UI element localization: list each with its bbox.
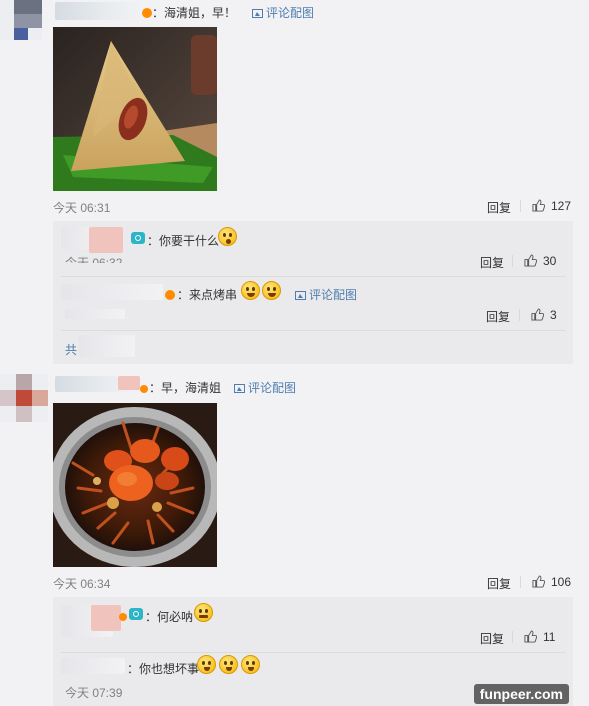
like-button[interactable]: 106 [532, 575, 571, 589]
camera-badge-icon [129, 607, 143, 621]
more-replies-link[interactable]: 共 [65, 341, 77, 358]
verified-badge-icon [119, 609, 127, 623]
picture-icon [234, 384, 245, 393]
thumbs-up-icon [531, 308, 544, 321]
laughing-emoji-icon [241, 281, 260, 300]
picture-icon [295, 291, 306, 300]
thumbs-up-icon [524, 630, 537, 643]
drooling-emoji-icon [219, 655, 238, 674]
reply-text: ：来点烤串 [177, 288, 238, 302]
reply-button[interactable]: 回复 [487, 575, 511, 592]
reply-picture-link[interactable]: 评论配图 [295, 286, 357, 303]
reply-text: ：何必呐 [145, 610, 194, 624]
username-blurred[interactable] [61, 284, 163, 300]
grimace-emoji-icon [194, 603, 213, 622]
verified-badge-icon [165, 288, 175, 302]
comment-image-crab-pot[interactable] [53, 403, 217, 567]
verified-badge-icon [140, 381, 148, 395]
divider [520, 200, 521, 212]
reply-button[interactable]: 回复 [486, 308, 510, 325]
avatar[interactable] [89, 227, 123, 253]
reply-thread: ：你要干什么 今天 06:32 回复 30 ：来点烤串 评论配图 回复 3 共 [53, 221, 573, 364]
camera-badge-icon [131, 231, 145, 245]
like-button[interactable]: 30 [524, 254, 556, 268]
comment-time: 今天 06:31 [53, 201, 111, 215]
reply-time-blurred [65, 309, 125, 319]
comment-picture-link-label: 评论配图 [266, 6, 315, 20]
divider [512, 631, 513, 643]
picture-icon [252, 9, 263, 18]
divider [520, 576, 521, 588]
like-button[interactable]: 11 [524, 630, 555, 644]
divider [61, 652, 566, 653]
like-count: 3 [550, 308, 557, 322]
like-button[interactable]: 127 [532, 199, 571, 213]
like-count: 30 [543, 254, 557, 268]
reply-text: ：你要干什么 [147, 234, 220, 248]
divider [61, 330, 566, 331]
more-replies-blurred [79, 335, 135, 357]
reply-button[interactable]: 回复 [480, 254, 504, 271]
avatar[interactable] [0, 374, 48, 422]
divider [519, 309, 520, 321]
like-count: 11 [543, 630, 556, 644]
like-count: 127 [551, 199, 572, 213]
divider [512, 255, 513, 267]
comment-picture-link[interactable]: 评论配图 [234, 379, 296, 396]
like-count: 106 [551, 575, 572, 589]
reply-time: 今天 06:32 [65, 256, 123, 263]
reply-text: ：你也想坏事 [127, 662, 200, 676]
comment-text: ：海清姐，早！ [152, 6, 237, 20]
watermark: funpeer.com [473, 684, 569, 704]
reply-button[interactable]: 回复 [480, 630, 504, 647]
like-button[interactable]: 3 [531, 308, 557, 322]
comment-time: 今天 06:34 [53, 577, 111, 591]
thumbs-up-icon [524, 254, 537, 267]
laughing-emoji-icon [262, 281, 281, 300]
thumbs-up-icon [532, 199, 545, 212]
username-blurred[interactable] [61, 658, 125, 674]
reply-button[interactable]: 回复 [487, 199, 511, 216]
reply-picture-link-label: 评论配图 [309, 288, 358, 302]
comment-text: ：早，海清姐 [149, 381, 222, 395]
avatar[interactable] [0, 0, 42, 40]
avatar-blurred [118, 376, 140, 390]
shocked-emoji-icon [218, 227, 237, 246]
comment-image-zongzi[interactable] [53, 27, 217, 191]
drooling-emoji-icon [197, 655, 216, 674]
divider [61, 276, 566, 277]
more-replies-prefix: 共 [65, 343, 78, 357]
thumbs-up-icon [532, 575, 545, 588]
comment-picture-link[interactable]: 评论配图 [252, 4, 314, 21]
avatar-blurred [91, 605, 121, 631]
verified-badge-icon [142, 6, 152, 20]
drooling-emoji-icon [241, 655, 260, 674]
comment-picture-link-label: 评论配图 [248, 381, 297, 395]
reply-time: 今天 07:39 [65, 686, 123, 700]
username-blurred[interactable] [55, 2, 143, 20]
